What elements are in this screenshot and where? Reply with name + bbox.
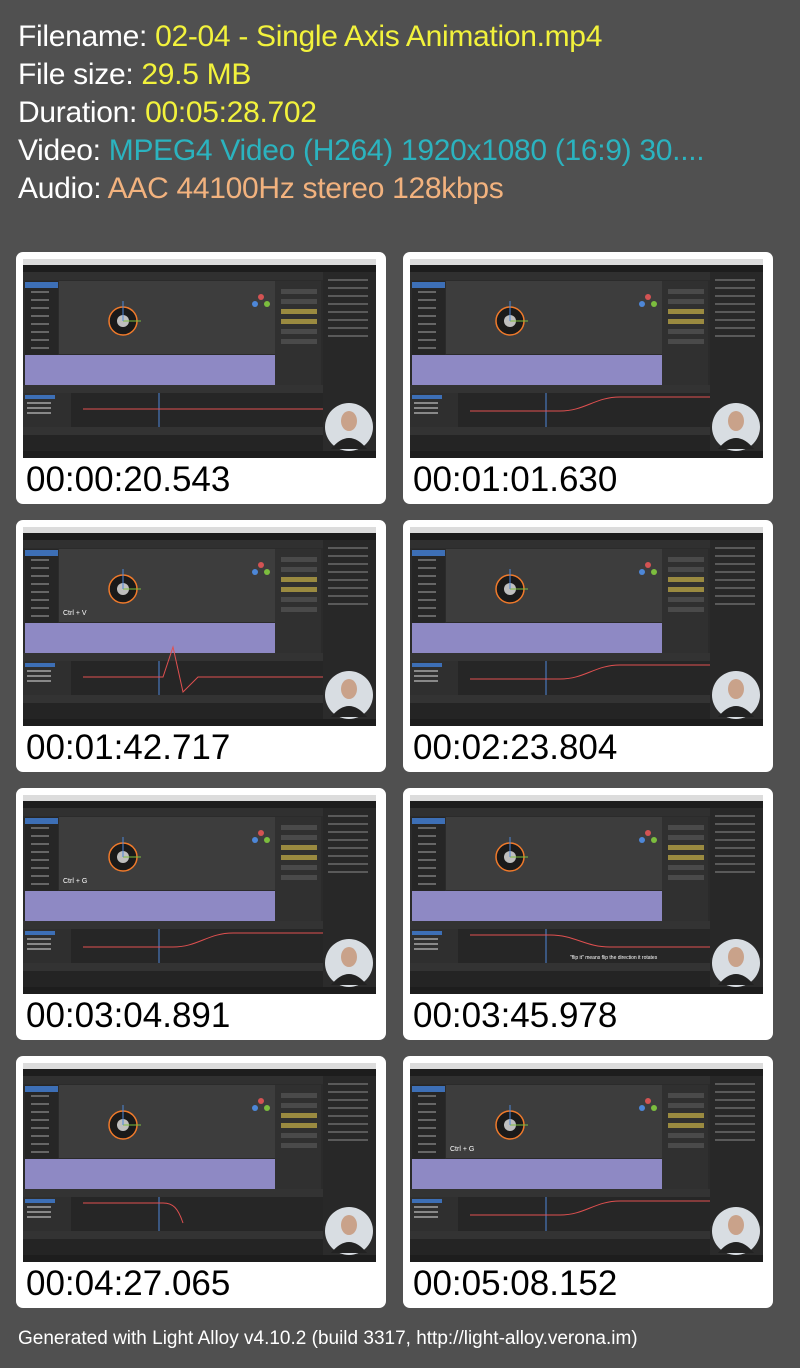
video-frame: Ctrl + V — [23, 527, 376, 726]
thumbnail-card: Ctrl + G 00:03:04.891 — [16, 788, 386, 1040]
blender-screenshot — [23, 1063, 376, 1262]
filesize-line: File size: 29.5 MB — [18, 56, 704, 94]
blender-screenshot: Ctrl + G — [410, 1063, 763, 1262]
thumbnail-card: 00:01:01.630 — [403, 252, 773, 504]
thumbnail-timestamp: 00:02:23.804 — [413, 728, 618, 767]
overlay-caption: Ctrl + G — [63, 878, 87, 885]
thumbnail-card: "flip it" means flip the direction it ro… — [403, 788, 773, 1040]
filesize-label: File size: — [18, 58, 142, 91]
filename-label: Filename: — [18, 20, 156, 53]
blender-screenshot: Ctrl + V — [23, 527, 376, 726]
video-frame — [23, 1063, 376, 1262]
video-line: Video: MPEG4 Video (H264) 1920x1080 (16:… — [18, 132, 705, 170]
thumbnail-card: 00:04:27.065 — [16, 1056, 386, 1308]
thumbnail-timestamp: 00:05:08.152 — [413, 1264, 618, 1303]
video-value: MPEG4 Video (H264) 1920x1080 (16:9) 30..… — [108, 134, 705, 167]
video-frame — [23, 259, 376, 458]
video-frame — [410, 259, 763, 458]
thumbnail-timestamp: 00:01:01.630 — [413, 460, 618, 499]
duration-label: Duration: — [18, 96, 146, 129]
blender-screenshot: "flip it" means flip the direction it ro… — [410, 795, 763, 994]
video-frame: Ctrl + G — [410, 1063, 763, 1262]
thumbnail-card: 00:00:20.543 — [16, 252, 386, 504]
thumbnail-card: Ctrl + V 00:01:42.717 — [16, 520, 386, 772]
filename-value: 02-04 - Single Axis Animation.mp4 — [155, 20, 603, 53]
thumbnail-timestamp: 00:04:27.065 — [26, 1264, 231, 1303]
video-frame — [410, 527, 763, 726]
video-frame: Ctrl + G — [23, 795, 376, 994]
overlay-caption: Ctrl + V — [63, 610, 87, 617]
video-frame: "flip it" means flip the direction it ro… — [410, 795, 763, 994]
footer-credit: Generated with Light Alloy v4.10.2 (buil… — [18, 1328, 638, 1349]
blender-screenshot: Ctrl + G — [23, 795, 376, 994]
audio-label: Audio: — [18, 172, 108, 205]
duration-value: 00:05:28.702 — [145, 96, 317, 129]
blender-screenshot — [410, 527, 763, 726]
audio-value: AAC 44100Hz stereo 128kbps — [107, 172, 504, 205]
thumbnail-card: 00:02:23.804 — [403, 520, 773, 772]
thumbnail-timestamp: 00:03:45.978 — [413, 996, 618, 1035]
thumbnail-card: Ctrl + G 00:05:08.152 — [403, 1056, 773, 1308]
thumbnail-timestamp: 00:03:04.891 — [26, 996, 231, 1035]
filename-line: Filename: 02-04 - Single Axis Animation.… — [18, 18, 704, 56]
duration-line: Duration: 00:05:28.702 — [18, 94, 704, 132]
overlay-caption: Ctrl + G — [450, 1146, 474, 1153]
file-info: Filename: 02-04 - Single Axis Animation.… — [18, 18, 705, 208]
audio-line: Audio: AAC 44100Hz stereo 128kbps — [18, 170, 704, 208]
blender-screenshot — [410, 259, 763, 458]
thumbnail-timestamp: 00:01:42.717 — [26, 728, 231, 767]
overlay-caption: "flip it" means flip the direction it ro… — [570, 955, 658, 961]
video-label: Video: — [18, 134, 109, 167]
filesize-value: 29.5 MB — [141, 58, 252, 91]
thumbnail-timestamp: 00:00:20.543 — [26, 460, 231, 499]
blender-screenshot — [23, 259, 376, 458]
